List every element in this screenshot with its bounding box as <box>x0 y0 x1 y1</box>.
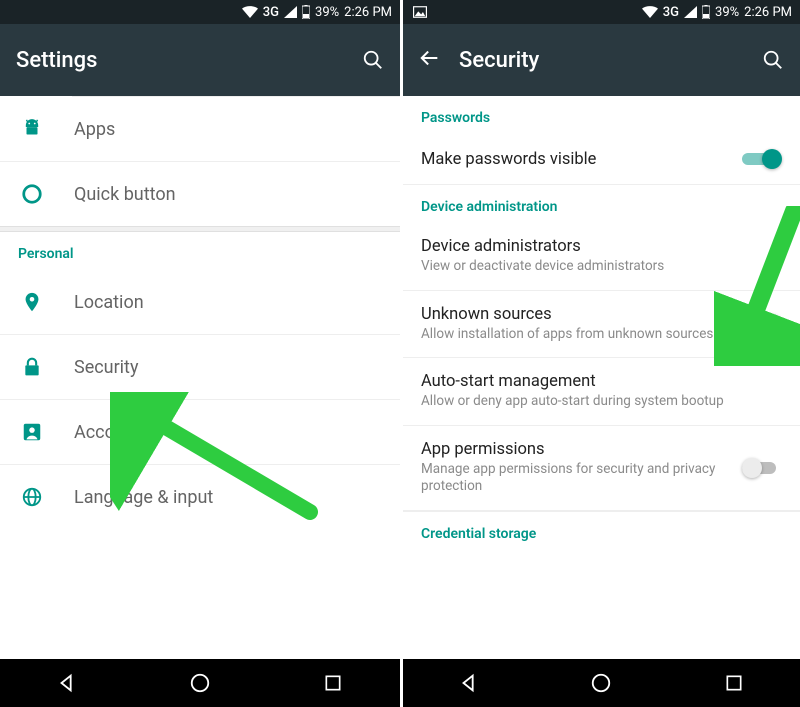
nav-back-icon[interactable] <box>457 671 481 695</box>
picture-icon <box>413 6 427 18</box>
nav-back-icon[interactable] <box>55 671 79 695</box>
search-icon[interactable] <box>762 49 784 71</box>
nav-bar <box>403 659 800 707</box>
nav-recent-icon[interactable] <box>321 671 345 695</box>
settings-item-apps[interactable]: Apps <box>0 97 400 162</box>
network-type: 3G <box>663 5 679 20</box>
wifi-icon <box>242 6 258 18</box>
nav-bar <box>0 659 400 707</box>
lock-icon <box>18 353 46 381</box>
clock: 2:26 PM <box>344 5 392 20</box>
row-title: Auto-start management <box>421 372 782 391</box>
settings-item-label: Accounts <box>74 422 150 443</box>
nav-recent-icon[interactable] <box>722 671 746 695</box>
row-unknown-sources[interactable]: Unknown sources Allow installation of ap… <box>403 291 800 359</box>
search-icon[interactable] <box>362 49 384 71</box>
app-bar: Settings <box>0 24 400 96</box>
row-title: Make passwords visible <box>421 150 730 169</box>
page-title: Settings <box>16 48 344 73</box>
account-icon <box>18 418 46 446</box>
row-auto-start[interactable]: Auto-start management Allow or deny app … <box>403 358 800 426</box>
row-title: Unknown sources <box>421 305 730 324</box>
status-bar: 3G 39% 2:26 PM <box>403 0 800 24</box>
row-subtitle: Manage app permissions for security and … <box>421 461 730 496</box>
settings-item-label: Security <box>74 357 138 378</box>
app-bar: Security <box>403 24 800 96</box>
row-device-administrators[interactable]: Device administrators View or deactivate… <box>403 223 800 291</box>
security-list[interactable]: Passwords Make passwords visible Device … <box>403 96 800 659</box>
battery-icon <box>702 5 710 19</box>
nav-home-icon[interactable] <box>589 671 613 695</box>
section-header-personal: Personal <box>0 232 400 270</box>
row-title: Device administrators <box>421 237 782 256</box>
section-header-credential: Credential storage <box>403 511 800 550</box>
settings-item-quick-button[interactable]: Quick button <box>0 162 400 226</box>
settings-item-accounts[interactable]: Accounts <box>0 400 400 465</box>
battery-percent: 39% <box>315 5 339 20</box>
settings-item-label: Language & input <box>74 487 213 508</box>
battery-icon <box>302 5 310 19</box>
status-bar: 3G 39% 2:26 PM <box>0 0 400 24</box>
clock: 2:26 PM <box>744 5 792 20</box>
settings-item-label: Quick button <box>74 184 176 205</box>
row-make-passwords-visible[interactable]: Make passwords visible <box>403 134 800 185</box>
settings-screen: 3G 39% 2:26 PM Settings Apps <box>0 0 400 707</box>
toggle-unknown-sources[interactable] <box>742 313 782 335</box>
settings-item-label: Location <box>74 292 144 313</box>
section-header-passwords: Passwords <box>403 96 800 134</box>
row-subtitle: Allow installation of apps from unknown … <box>421 326 730 344</box>
signal-icon <box>284 6 297 18</box>
pin-icon <box>18 288 46 316</box>
settings-list[interactable]: Apps Quick button Personal Location <box>0 96 400 659</box>
back-arrow-icon[interactable] <box>419 47 441 73</box>
settings-item-security[interactable]: Security <box>0 335 400 400</box>
globe-icon <box>18 483 46 511</box>
wifi-icon <box>642 6 658 18</box>
signal-icon <box>684 6 697 18</box>
row-subtitle: Allow or deny app auto-start during syst… <box>421 393 782 411</box>
android-icon <box>18 115 46 143</box>
toggle-app-permissions[interactable] <box>742 457 782 479</box>
row-subtitle: View or deactivate device administrators <box>421 258 782 276</box>
nav-home-icon[interactable] <box>188 671 212 695</box>
settings-item-language[interactable]: Language & input <box>0 465 400 529</box>
settings-item-label: Apps <box>74 119 115 140</box>
page-title: Security <box>459 48 744 73</box>
row-title: App permissions <box>421 440 730 459</box>
settings-item-location[interactable]: Location <box>0 270 400 335</box>
row-app-permissions[interactable]: App permissions Manage app permissions f… <box>403 426 800 511</box>
security-screen: 3G 39% 2:26 PM Security Passwords Make p… <box>400 0 800 707</box>
battery-percent: 39% <box>715 5 739 20</box>
circle-icon <box>18 180 46 208</box>
section-header-device-admin: Device administration <box>403 185 800 223</box>
network-type: 3G <box>263 5 279 20</box>
toggle-passwords-visible[interactable] <box>742 148 782 170</box>
